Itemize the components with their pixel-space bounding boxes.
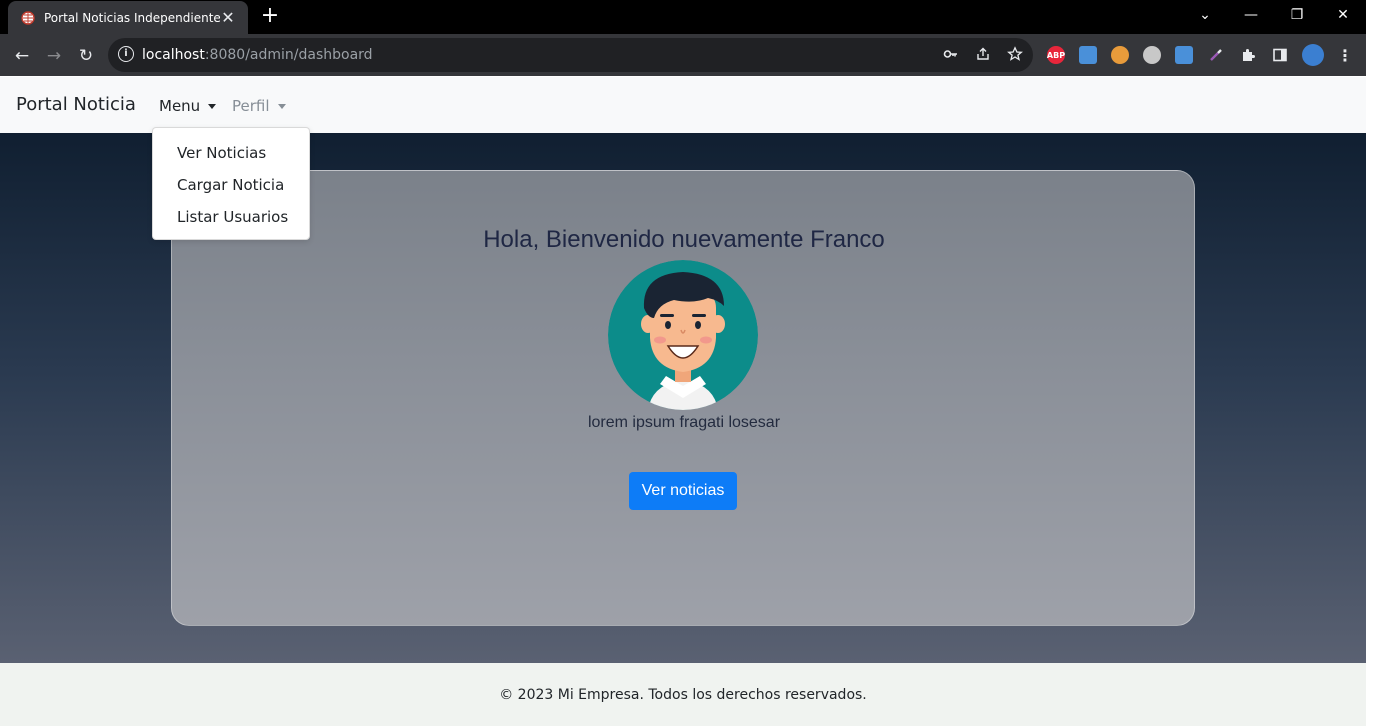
welcome-heading: Hola, Bienvenido nuevamente Franco bbox=[483, 226, 885, 253]
welcome-caption: lorem ipsum fragati losesar bbox=[587, 414, 781, 431]
copyright-text: © 2023 Mi Empresa. Todos los derechos re… bbox=[499, 687, 867, 703]
url-path: :8080/admin/dashboard bbox=[204, 47, 373, 63]
side-panel-icon[interactable] bbox=[1271, 46, 1289, 64]
ver-noticias-button[interactable]: Ver noticias bbox=[629, 472, 737, 510]
bookmark-star-icon[interactable] bbox=[1006, 46, 1024, 64]
close-tab-icon[interactable]: ✕ bbox=[220, 8, 236, 27]
power-extension-icon[interactable] bbox=[1143, 46, 1161, 64]
translate-extension-icon[interactable] bbox=[1175, 46, 1193, 64]
menu-dropdown-toggle[interactable]: Menu bbox=[159, 97, 217, 115]
url-host: localhost bbox=[142, 47, 205, 63]
profile-avatar-icon[interactable] bbox=[1302, 44, 1324, 66]
reload-button[interactable]: ↻ bbox=[73, 43, 99, 69]
close-window-button[interactable]: ✕ bbox=[1323, 4, 1363, 26]
browser-tab-strip: Portal Noticias Independientes ✕ + ⌄ — ❐… bbox=[0, 0, 1366, 34]
welcome-card: Hola, Bienvenido nuevamente Franco lorem… bbox=[171, 170, 1195, 626]
share-icon[interactable] bbox=[974, 46, 992, 64]
eyedropper-extension-icon[interactable] bbox=[1207, 46, 1225, 64]
dropdown-item-listar-usuarios[interactable]: Listar Usuarios bbox=[177, 208, 288, 226]
restore-window-button[interactable]: ❐ bbox=[1277, 4, 1317, 26]
globe-favicon-icon bbox=[20, 10, 36, 26]
site-footer: © 2023 Mi Empresa. Todos los derechos re… bbox=[0, 663, 1366, 726]
navbar-brand[interactable]: Portal Noticia bbox=[16, 94, 136, 115]
user-avatar bbox=[608, 260, 758, 410]
dropdown-item-cargar-noticia[interactable]: Cargar Noticia bbox=[177, 176, 284, 194]
page-scrollbar[interactable] bbox=[1366, 0, 1384, 726]
adblock-extension-icon[interactable]: ABP bbox=[1047, 46, 1065, 64]
address-bar[interactable]: i localhost:8080/admin/dashboard bbox=[108, 38, 1033, 72]
tab-title: Portal Noticias Independientes bbox=[44, 10, 220, 25]
site-info-icon[interactable]: i bbox=[118, 46, 134, 62]
browser-tab[interactable]: Portal Noticias Independientes ✕ bbox=[8, 1, 248, 34]
owl-extension-icon[interactable] bbox=[1111, 46, 1129, 64]
caret-down-icon bbox=[277, 103, 286, 109]
key-icon[interactable] bbox=[942, 46, 960, 64]
profile-label: Perfil bbox=[232, 97, 270, 115]
tab-search-icon[interactable]: ⌄ bbox=[1185, 4, 1225, 26]
minimize-window-button[interactable]: — bbox=[1231, 4, 1271, 26]
profile-dropdown-toggle[interactable]: Perfil bbox=[232, 97, 286, 115]
forward-button[interactable]: → bbox=[41, 43, 67, 69]
extensions-puzzle-icon[interactable] bbox=[1239, 46, 1257, 64]
back-button[interactable]: ← bbox=[9, 43, 35, 69]
new-tab-button[interactable]: + bbox=[258, 5, 282, 29]
caret-down-icon bbox=[208, 103, 217, 109]
browser-menu-icon[interactable]: ⋮ bbox=[1336, 46, 1354, 65]
url-text[interactable]: localhost:8080/admin/dashboard bbox=[142, 47, 373, 63]
site-navbar: Portal Noticia Menu Perfil bbox=[0, 77, 1366, 133]
menu-label: Menu bbox=[159, 97, 201, 115]
dropdown-item-ver-noticias[interactable]: Ver Noticias bbox=[177, 144, 266, 162]
menu-dropdown: Ver Noticias Cargar Noticia Listar Usuar… bbox=[152, 127, 310, 240]
screenshot-extension-icon[interactable] bbox=[1079, 46, 1097, 64]
